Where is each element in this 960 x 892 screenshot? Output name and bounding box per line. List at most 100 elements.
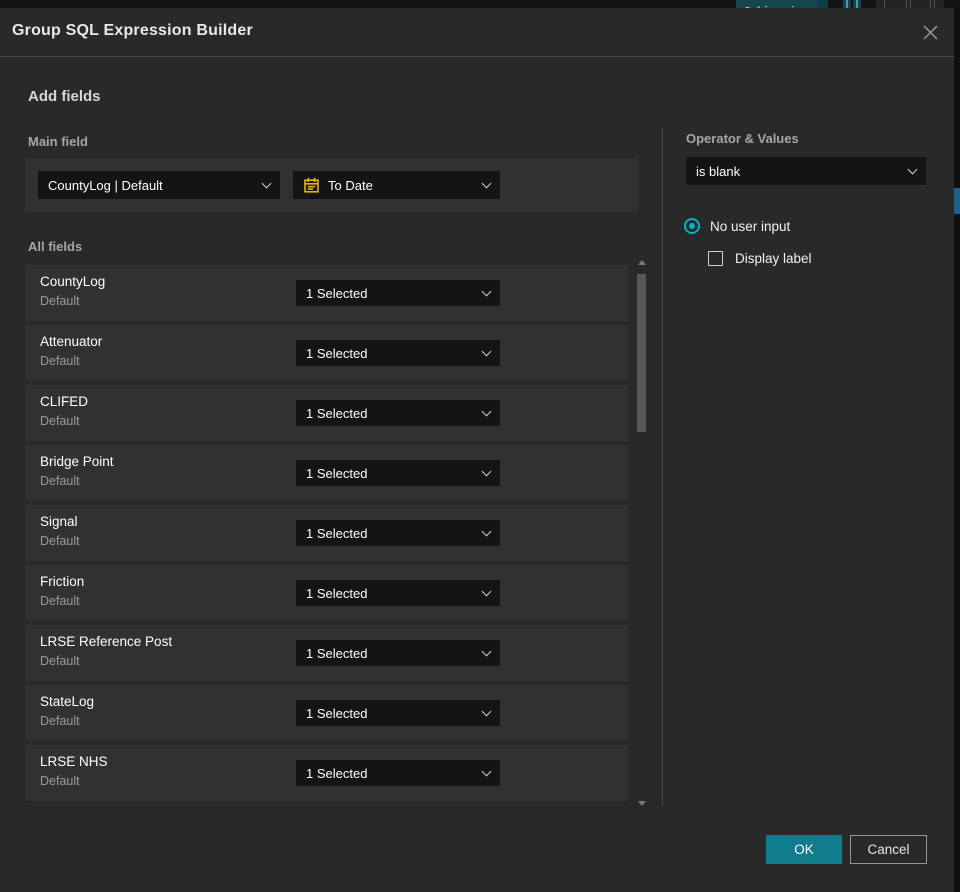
field-name: CountyLog bbox=[40, 274, 106, 289]
operator-dropdown-value: is blank bbox=[696, 163, 741, 179]
chevron-down-icon bbox=[907, 164, 918, 174]
field-selected-value: 1 Selected bbox=[306, 645, 368, 661]
scrollbar-thumb[interactable] bbox=[637, 274, 646, 432]
field-subtitle: Default bbox=[40, 774, 80, 788]
field-row: Bridge Point Default 1 Selected bbox=[25, 445, 628, 501]
field-selected-value: 1 Selected bbox=[306, 585, 368, 601]
no-user-input-radio[interactable] bbox=[684, 218, 700, 234]
close-icon bbox=[923, 25, 937, 39]
scrollbar-down-arrow-icon[interactable] bbox=[638, 801, 646, 806]
field-selected-value: 1 Selected bbox=[306, 405, 368, 421]
field-selected-dropdown[interactable]: 1 Selected bbox=[296, 760, 500, 786]
field-name: StateLog bbox=[40, 694, 95, 709]
screen: Live view Group SQL Expression Builder bbox=[0, 0, 960, 892]
clipped-toolbar-fragment bbox=[856, 0, 858, 8]
chevron-down-icon bbox=[481, 706, 492, 716]
main-field-dropdown[interactable]: CountyLog | Default bbox=[38, 171, 280, 199]
operator-values-label: Operator & Values bbox=[686, 131, 799, 146]
display-label-checkbox[interactable] bbox=[708, 251, 723, 266]
cancel-button[interactable]: Cancel bbox=[850, 835, 927, 864]
clipped-toolbar-fragment bbox=[818, 0, 828, 8]
close-button[interactable] bbox=[918, 20, 942, 44]
background-app-sliver bbox=[954, 8, 960, 892]
radio-selected-dot bbox=[689, 223, 695, 229]
panel-divider bbox=[662, 128, 663, 806]
field-selected-dropdown[interactable]: 1 Selected bbox=[296, 340, 500, 366]
field-subtitle: Default bbox=[40, 714, 80, 728]
field-selected-value: 1 Selected bbox=[306, 705, 368, 721]
field-selected-dropdown[interactable]: 1 Selected bbox=[296, 580, 500, 606]
chevron-down-icon bbox=[481, 586, 492, 596]
field-name: LRSE Reference Post bbox=[40, 634, 173, 649]
field-row: Attenuator Default 1 Selected bbox=[25, 325, 628, 381]
field-selected-dropdown[interactable]: 1 Selected bbox=[296, 400, 500, 426]
chevron-down-icon bbox=[481, 646, 492, 656]
field-selected-dropdown[interactable]: 1 Selected bbox=[296, 280, 500, 306]
display-label-text: Display label bbox=[735, 251, 812, 266]
field-name: Signal bbox=[40, 514, 78, 529]
operator-dropdown[interactable]: is blank bbox=[686, 157, 926, 185]
field-row: CLIFED Default 1 Selected bbox=[25, 385, 628, 441]
field-subtitle: Default bbox=[40, 414, 80, 428]
calendar-date-icon bbox=[304, 177, 319, 193]
main-field-label: Main field bbox=[28, 134, 88, 149]
field-selected-dropdown[interactable]: 1 Selected bbox=[296, 520, 500, 546]
chevron-down-icon bbox=[481, 766, 492, 776]
field-name: CLIFED bbox=[40, 394, 89, 409]
dialog-title: Group SQL Expression Builder bbox=[12, 22, 253, 39]
field-subtitle: Default bbox=[40, 654, 80, 668]
clipped-toolbar-fragment bbox=[930, 0, 931, 8]
field-subtitle: Default bbox=[40, 534, 80, 548]
clipped-toolbar-fragment bbox=[934, 0, 935, 8]
field-name: Friction bbox=[40, 574, 85, 589]
dialog-header: Group SQL Expression Builder bbox=[0, 8, 954, 56]
clipped-toolbar-backdrop: Live view bbox=[0, 0, 960, 8]
clipped-toolbar-fragment bbox=[906, 0, 907, 8]
background-app-sliver-highlight bbox=[954, 188, 960, 214]
field-selected-value: 1 Selected bbox=[306, 465, 368, 481]
field-name: Bridge Point bbox=[40, 454, 114, 469]
field-selected-value: 1 Selected bbox=[306, 345, 368, 361]
field-row: Signal Default 1 Selected bbox=[25, 505, 628, 561]
all-fields-list: CountyLog Default 1 Selected Attenuator … bbox=[25, 265, 628, 805]
field-selected-dropdown[interactable]: 1 Selected bbox=[296, 700, 500, 726]
field-row: StateLog Default 1 Selected bbox=[25, 685, 628, 741]
chevron-down-icon bbox=[481, 346, 492, 356]
field-name: Attenuator bbox=[40, 334, 103, 349]
scrollbar-up-arrow-icon[interactable] bbox=[638, 260, 646, 265]
clipped-toolbar-fragment bbox=[910, 0, 911, 8]
clipped-toolbar-fragment bbox=[846, 0, 848, 8]
field-selected-dropdown[interactable]: 1 Selected bbox=[296, 460, 500, 486]
chevron-down-icon bbox=[481, 178, 492, 188]
field-selected-value: 1 Selected bbox=[306, 285, 368, 301]
main-field-container: CountyLog | Default To Date bbox=[25, 158, 638, 212]
field-selected-dropdown[interactable]: 1 Selected bbox=[296, 640, 500, 666]
field-type-dropdown-value: To Date bbox=[328, 177, 373, 193]
chevron-down-icon bbox=[481, 406, 492, 416]
main-field-dropdown-value: CountyLog | Default bbox=[48, 177, 163, 193]
chevron-down-icon bbox=[261, 178, 272, 188]
display-label-option: Display label bbox=[708, 251, 812, 266]
field-selected-value: 1 Selected bbox=[306, 525, 368, 541]
field-subtitle: Default bbox=[40, 294, 80, 308]
live-view-button-clipped: Live view bbox=[736, 0, 818, 8]
field-type-dropdown[interactable]: To Date bbox=[293, 171, 500, 199]
no-user-input-label: No user input bbox=[710, 218, 791, 234]
list-scrollbar bbox=[637, 260, 647, 806]
chevron-down-icon bbox=[481, 466, 492, 476]
field-subtitle: Default bbox=[40, 474, 80, 488]
field-name: LRSE NHS bbox=[40, 754, 108, 769]
field-subtitle: Default bbox=[40, 354, 80, 368]
field-row: LRSE Reference Post Default 1 Selected bbox=[25, 625, 628, 681]
field-subtitle: Default bbox=[40, 594, 80, 608]
field-row: CountyLog Default 1 Selected bbox=[25, 265, 628, 321]
field-row: Friction Default 1 Selected bbox=[25, 565, 628, 621]
all-fields-label: All fields bbox=[28, 239, 83, 254]
clipped-toolbar-fragment bbox=[884, 0, 885, 8]
no-user-input-option: No user input bbox=[684, 218, 790, 234]
field-selected-value: 1 Selected bbox=[306, 765, 368, 781]
field-row: LRSE NHS Default 1 Selected bbox=[25, 745, 628, 801]
ok-button[interactable]: OK bbox=[766, 835, 842, 864]
group-sql-expression-builder-dialog: Group SQL Expression Builder Add fields … bbox=[0, 8, 954, 892]
chevron-down-icon bbox=[481, 526, 492, 536]
